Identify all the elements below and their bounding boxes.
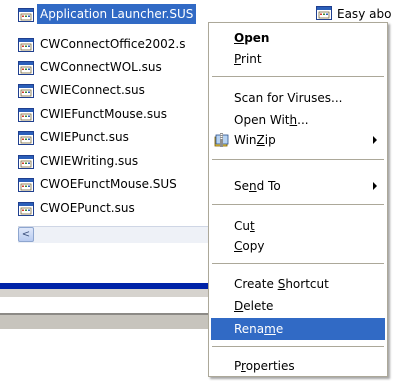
menu-separator bbox=[212, 263, 384, 264]
menu-item-cut[interactable]: Cut bbox=[211, 215, 385, 237]
menu-item-label: Open With... bbox=[234, 113, 309, 127]
menu-item-scan-for-viruses[interactable]: Scan for Viruses... bbox=[211, 87, 385, 109]
sus-file-icon bbox=[18, 155, 34, 169]
menu-item-label: Print bbox=[234, 52, 262, 66]
file-item-2[interactable]: CWConnectWOL.sus bbox=[0, 57, 162, 77]
file-item-4[interactable]: CWIEFunctMouse.sus bbox=[0, 104, 167, 124]
file-name: CWOEPunct.sus bbox=[40, 201, 135, 215]
menu-item-properties[interactable]: Properties bbox=[211, 355, 385, 377]
chevron-left-icon[interactable]: < bbox=[18, 227, 34, 242]
winzip-icon bbox=[214, 132, 230, 148]
file-item-8[interactable]: CWOEPunct.sus bbox=[0, 198, 135, 218]
menu-item-label: Send To bbox=[234, 179, 281, 193]
window-frame-band bbox=[0, 289, 210, 297]
menu-item-rename[interactable]: Rename bbox=[211, 318, 385, 340]
sus-file-icon bbox=[18, 178, 34, 192]
menu-item-label: Copy bbox=[234, 239, 265, 253]
menu-item-open-with[interactable]: Open With... bbox=[211, 109, 385, 131]
context-menu: Open Print Scan for Viruses... Open With… bbox=[208, 22, 388, 377]
menu-item-copy[interactable]: Copy bbox=[211, 235, 385, 257]
menu-item-label: Open bbox=[234, 31, 270, 45]
menu-item-label: Scan for Viruses... bbox=[234, 91, 343, 105]
file-name: CWIEFunctMouse.sus bbox=[40, 107, 167, 121]
file-item-1[interactable]: CWConnectOffice2002.s bbox=[0, 34, 186, 54]
file-item-3[interactable]: CWIEConnect.sus bbox=[0, 80, 145, 100]
submenu-arrow-icon bbox=[373, 136, 377, 144]
menu-item-winzip[interactable]: WinZip bbox=[211, 129, 385, 151]
menu-separator bbox=[212, 346, 384, 347]
file-name: CWIEWriting.sus bbox=[40, 154, 139, 168]
menu-item-label: Rename bbox=[234, 322, 284, 336]
horizontal-scrollbar[interactable]: < bbox=[18, 226, 208, 243]
sus-file-icon bbox=[18, 84, 34, 98]
submenu-arrow-icon bbox=[373, 182, 377, 190]
sus-file-icon bbox=[18, 61, 34, 75]
menu-item-delete[interactable]: Delete bbox=[211, 295, 385, 317]
sus-file-icon bbox=[18, 131, 34, 145]
file-name: CWConnectWOL.sus bbox=[40, 60, 162, 74]
sus-file-icon bbox=[18, 202, 34, 216]
menu-item-send-to[interactable]: Send To bbox=[211, 175, 385, 197]
sus-file-icon bbox=[18, 108, 34, 122]
menu-item-label: Cut bbox=[234, 219, 255, 233]
menu-item-label: WinZip bbox=[234, 133, 276, 147]
file-item-7[interactable]: CWOEFunctMouse.SUS bbox=[0, 174, 177, 194]
file-name: CWIEPunct.sus bbox=[40, 130, 129, 144]
menu-item-create-shortcut[interactable]: Create Shortcut bbox=[211, 273, 385, 295]
sus-file-icon bbox=[18, 8, 34, 22]
window-frame-band-lower bbox=[0, 315, 210, 329]
menu-separator bbox=[212, 204, 384, 205]
menu-item-label: Delete bbox=[234, 299, 274, 313]
file-name: Easy abo bbox=[337, 7, 392, 21]
file-item-5[interactable]: CWIEPunct.sus bbox=[0, 127, 129, 147]
menu-item-print[interactable]: Print bbox=[211, 48, 385, 70]
menu-item-label: Create Shortcut bbox=[234, 277, 329, 291]
file-name: CWIEConnect.sus bbox=[40, 83, 145, 97]
file-name: CWConnectOffice2002.s bbox=[40, 37, 186, 51]
menu-separator bbox=[212, 76, 384, 77]
file-item-6[interactable]: CWIEWriting.sus bbox=[0, 151, 138, 171]
sus-file-icon bbox=[18, 38, 34, 52]
sus-file-icon bbox=[316, 6, 332, 20]
menu-separator bbox=[212, 159, 384, 160]
file-name: Application Launcher.SUS bbox=[37, 4, 197, 24]
file-name: CWOEFunctMouse.SUS bbox=[40, 177, 177, 191]
menu-item-label: Properties bbox=[234, 359, 295, 373]
menu-item-open[interactable]: Open bbox=[211, 27, 385, 49]
file-item-0[interactable]: Application Launcher.SUS bbox=[0, 4, 197, 24]
